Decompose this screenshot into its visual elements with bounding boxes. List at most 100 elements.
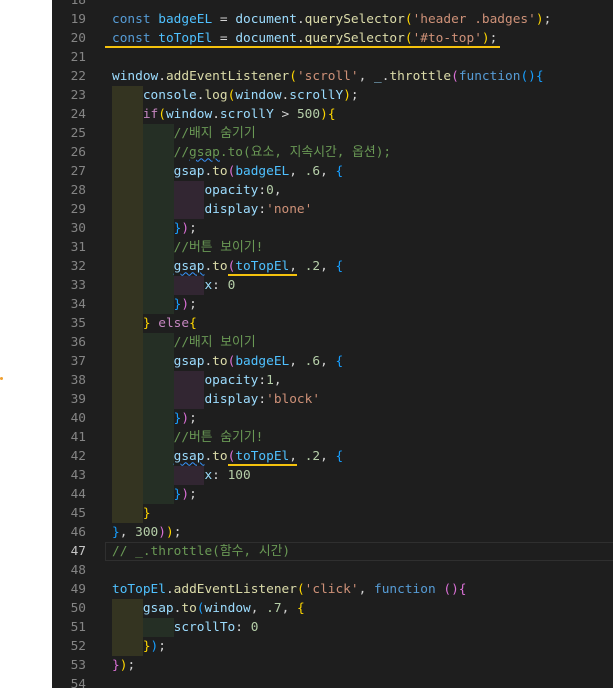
code-token: to bbox=[181, 600, 197, 616]
line-number[interactable]: 28 bbox=[52, 181, 86, 200]
code-token: ; bbox=[189, 486, 197, 502]
line-number[interactable]: 41 bbox=[52, 428, 86, 447]
code-token: { bbox=[189, 315, 197, 331]
line-number[interactable]: 33 bbox=[52, 276, 86, 295]
line-number[interactable]: 31 bbox=[52, 238, 86, 257]
code-token: to bbox=[212, 163, 228, 179]
line-number[interactable]: 51 bbox=[52, 618, 86, 637]
code-line[interactable]: 31 //버튼 보이기! bbox=[52, 237, 613, 257]
code-token: ; bbox=[543, 11, 552, 27]
code-line[interactable]: 42 gsap.to(toTopEl, .2, { bbox=[52, 446, 613, 466]
code-line[interactable]: 26 //gsap.to(요소, 지속시간, 옵션); bbox=[52, 142, 613, 162]
line-number[interactable]: 26 bbox=[52, 143, 86, 162]
line-number[interactable]: 46 bbox=[52, 523, 86, 542]
code-token: console bbox=[142, 87, 197, 103]
line-number[interactable]: 36 bbox=[52, 333, 86, 352]
code-line[interactable]: 33 x: 0 bbox=[52, 275, 613, 295]
line-number[interactable]: 35 bbox=[52, 314, 86, 333]
code-token: . bbox=[296, 11, 305, 27]
code-line[interactable]: 54 bbox=[52, 675, 613, 688]
code-line-current[interactable]: 47 // _.throttle(함수, 시간) bbox=[52, 541, 613, 561]
code-line[interactable]: 30}); bbox=[52, 218, 613, 238]
code-token: , bbox=[281, 600, 297, 616]
line-number[interactable]: 49 bbox=[52, 580, 86, 599]
code-token: log bbox=[204, 87, 228, 103]
line-number[interactable]: 45 bbox=[52, 504, 86, 523]
indent-guide bbox=[142, 427, 174, 447]
indent-guide bbox=[112, 275, 143, 295]
code-line[interactable]: 21 bbox=[52, 48, 613, 67]
line-number[interactable]: 32 bbox=[52, 257, 86, 276]
line-number[interactable]: 48 bbox=[52, 561, 86, 580]
line-number[interactable]: 37 bbox=[52, 352, 86, 371]
code-line[interactable]: 53}); bbox=[52, 656, 613, 675]
line-number[interactable]: 54 bbox=[52, 675, 86, 688]
indent-guide bbox=[142, 199, 174, 219]
line-number[interactable]: 34 bbox=[52, 295, 86, 314]
code-line[interactable]: 23 console.log(window.scrollY); bbox=[52, 85, 613, 105]
line-number[interactable]: 44 bbox=[52, 485, 86, 504]
indent-guide bbox=[112, 503, 143, 523]
line-number[interactable]: 20 bbox=[52, 29, 86, 48]
code-line[interactable]: 50 gsap.to(window, .7, { bbox=[52, 598, 613, 618]
code-token: } bbox=[173, 486, 182, 502]
line-number[interactable]: 30 bbox=[52, 219, 86, 238]
line-number[interactable]: 52 bbox=[52, 637, 86, 656]
line-number[interactable]: 24 bbox=[52, 105, 86, 124]
line-number[interactable]: 29 bbox=[52, 200, 86, 219]
code-line[interactable]: 48 bbox=[52, 561, 613, 580]
line-number[interactable]: 19 bbox=[52, 10, 86, 29]
code-line[interactable]: 27 gsap.to(badgeEL, .6, { bbox=[52, 161, 613, 181]
line-number[interactable]: 42 bbox=[52, 447, 86, 466]
line-number[interactable]: 53 bbox=[52, 656, 86, 675]
line-code: //버튼 보이기! bbox=[174, 238, 264, 257]
line-number[interactable]: 18 bbox=[52, 0, 86, 10]
code-lines[interactable]: 18 19 const badgeEL = document.querySelect… bbox=[52, 0, 613, 688]
code-line[interactable]: 38 opacity:1, bbox=[52, 370, 613, 390]
line-number[interactable]: 22 bbox=[52, 67, 86, 86]
code-editor[interactable]: 18 19 const badgeEL = document.querySelect… bbox=[52, 0, 613, 688]
line-number[interactable]: 38 bbox=[52, 371, 86, 390]
code-line[interactable]: 41 //버튼 숨기기! bbox=[52, 427, 613, 447]
code-line[interactable]: 25 //배지 숨기기 bbox=[52, 123, 613, 143]
code-token: scrollY bbox=[219, 106, 274, 122]
code-token: x bbox=[204, 467, 213, 483]
code-line[interactable]: 20 const toTopEl = document.querySelector… bbox=[52, 29, 613, 48]
code-line[interactable]: 45} bbox=[52, 503, 613, 523]
line-number[interactable]: 23 bbox=[52, 86, 86, 105]
indent-guide bbox=[112, 427, 143, 447]
code-line[interactable]: 32 gsap.to(toTopEl, .2, { bbox=[52, 256, 613, 276]
code-line[interactable]: 29 display:'none' bbox=[52, 199, 613, 219]
line-number[interactable]: 40 bbox=[52, 409, 86, 428]
code-line[interactable]: 22 window.addEventListener('scroll', _.th… bbox=[52, 67, 613, 86]
code-token: 300 bbox=[135, 524, 159, 540]
line-number[interactable]: 25 bbox=[52, 124, 86, 143]
code-line[interactable]: 28 opacity:0, bbox=[52, 180, 613, 200]
code-token: ) bbox=[181, 486, 190, 502]
code-line[interactable]: 35} else{ bbox=[52, 313, 613, 333]
line-number[interactable]: 27 bbox=[52, 162, 86, 181]
code-line[interactable]: 34}); bbox=[52, 294, 613, 314]
code-line[interactable]: 52}); bbox=[52, 636, 613, 656]
code-token: ( bbox=[196, 600, 205, 616]
code-line[interactable]: 40}); bbox=[52, 408, 613, 428]
code-line[interactable]: 46}, 300)); bbox=[52, 523, 613, 542]
line-number[interactable]: 43 bbox=[52, 466, 86, 485]
line-number[interactable]: 21 bbox=[52, 48, 86, 67]
code-line[interactable]: 44}); bbox=[52, 484, 613, 504]
annotated-span: (toTopEl, bbox=[227, 257, 297, 276]
code-line[interactable]: 39 display:'block' bbox=[52, 389, 613, 409]
line-number[interactable]: 47 bbox=[52, 542, 86, 561]
line-code: gsap.to(toTopEl, .2, { bbox=[174, 447, 343, 466]
code-line[interactable]: 49 toTopEl.addEventListener('click', func… bbox=[52, 580, 613, 599]
code-line[interactable]: 43 x: 100 bbox=[52, 465, 613, 485]
code-line[interactable]: 37 gsap.to(badgeEL, .6, { bbox=[52, 351, 613, 371]
code-line[interactable]: 36 //배지 보이기 bbox=[52, 332, 613, 352]
line-number[interactable]: 50 bbox=[52, 599, 86, 618]
code-line[interactable]: 19 const badgeEL = document.querySelector… bbox=[52, 10, 613, 29]
code-line[interactable]: 18 bbox=[52, 0, 613, 10]
code-line[interactable]: 51 scrollTo: 0 bbox=[52, 617, 613, 637]
line-number[interactable]: 39 bbox=[52, 390, 86, 409]
line-code: window.addEventListener('scroll', _.thro… bbox=[112, 67, 544, 86]
code-line[interactable]: 24 if(window.scrollY > 500){ bbox=[52, 104, 613, 124]
